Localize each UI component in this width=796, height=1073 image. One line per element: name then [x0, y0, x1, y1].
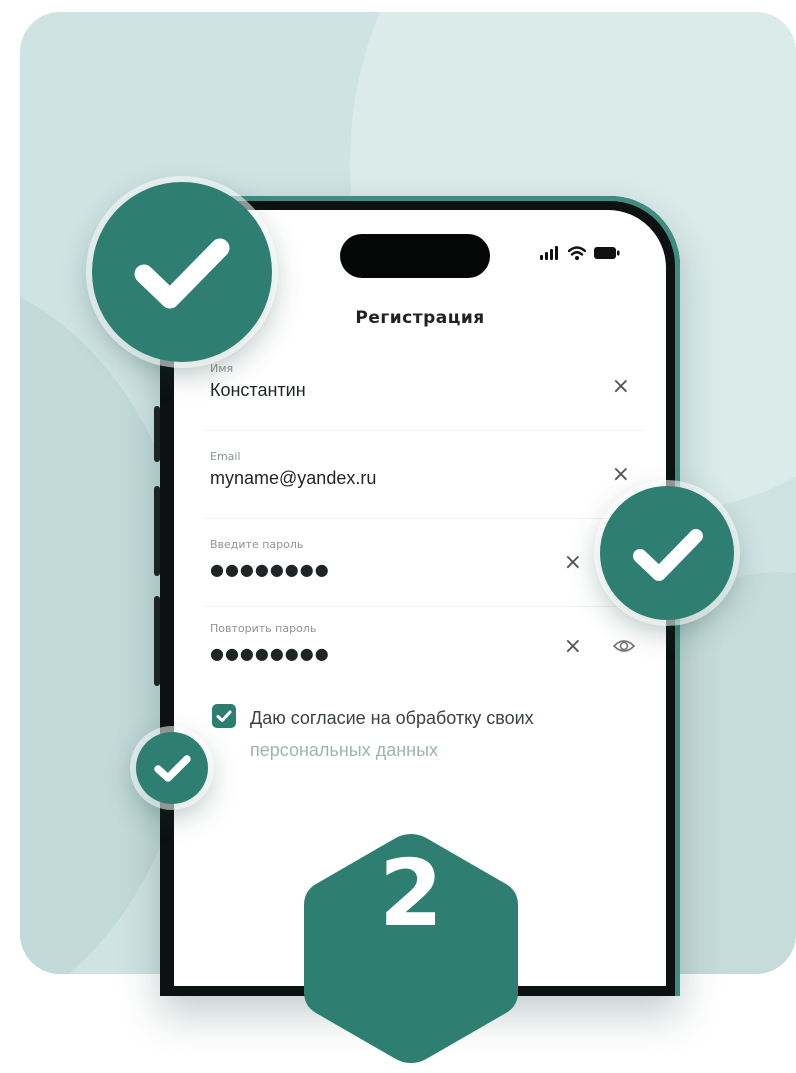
status-bar [540, 246, 620, 260]
repeat-password-field[interactable]: Повторить пароль ●●●●●●●● × [204, 620, 644, 682]
battery-icon [594, 247, 620, 259]
consent-link[interactable]: персональных данных [250, 734, 630, 766]
check-icon [134, 238, 230, 309]
repeat-password-field-label: Повторить пароль [210, 622, 317, 635]
close-icon[interactable]: × [564, 552, 582, 574]
name-field[interactable]: Имя Константин × [204, 360, 644, 422]
repeat-password-field-value: ●●●●●●●● [210, 644, 330, 663]
close-icon[interactable]: × [612, 464, 630, 486]
consent-checkbox[interactable] [212, 704, 236, 728]
wifi-icon [568, 246, 586, 260]
step-number: 2 [378, 840, 443, 947]
eye-icon[interactable] [612, 634, 636, 658]
consent-text: Даю согласие на обработку своих персонал… [250, 702, 630, 766]
password-field-label: Введите пароль [210, 538, 304, 551]
phone-side-button [154, 406, 160, 462]
phone-side-button [154, 486, 160, 576]
password-field-value: ●●●●●●●● [210, 560, 330, 579]
email-field-label: Email [210, 450, 241, 463]
field-divider [204, 606, 644, 607]
name-field-value: Константин [210, 380, 306, 400]
close-icon[interactable]: × [612, 376, 630, 398]
check-icon [216, 710, 232, 722]
close-icon[interactable]: × [564, 636, 582, 658]
consent-line-1: Даю согласие на обработку своих [250, 708, 534, 728]
field-divider [204, 430, 644, 431]
check-badge-medium [600, 486, 734, 620]
check-badge-large [92, 182, 272, 362]
phone-side-button [154, 596, 160, 686]
name-field-label: Имя [210, 362, 234, 375]
field-divider [204, 518, 644, 519]
email-field-value: myname@yandex.ru [210, 468, 377, 488]
email-field[interactable]: Email myname@yandex.ru × [204, 448, 644, 510]
promo-stage: Регистрация Имя Константин × Email mynam… [0, 0, 796, 1073]
signal-icon [540, 246, 558, 260]
check-badge-small [136, 732, 208, 804]
check-icon [633, 529, 703, 581]
password-field[interactable]: Введите пароль ●●●●●●●● × [204, 536, 644, 598]
check-icon [154, 755, 191, 782]
dynamic-island [340, 234, 490, 278]
